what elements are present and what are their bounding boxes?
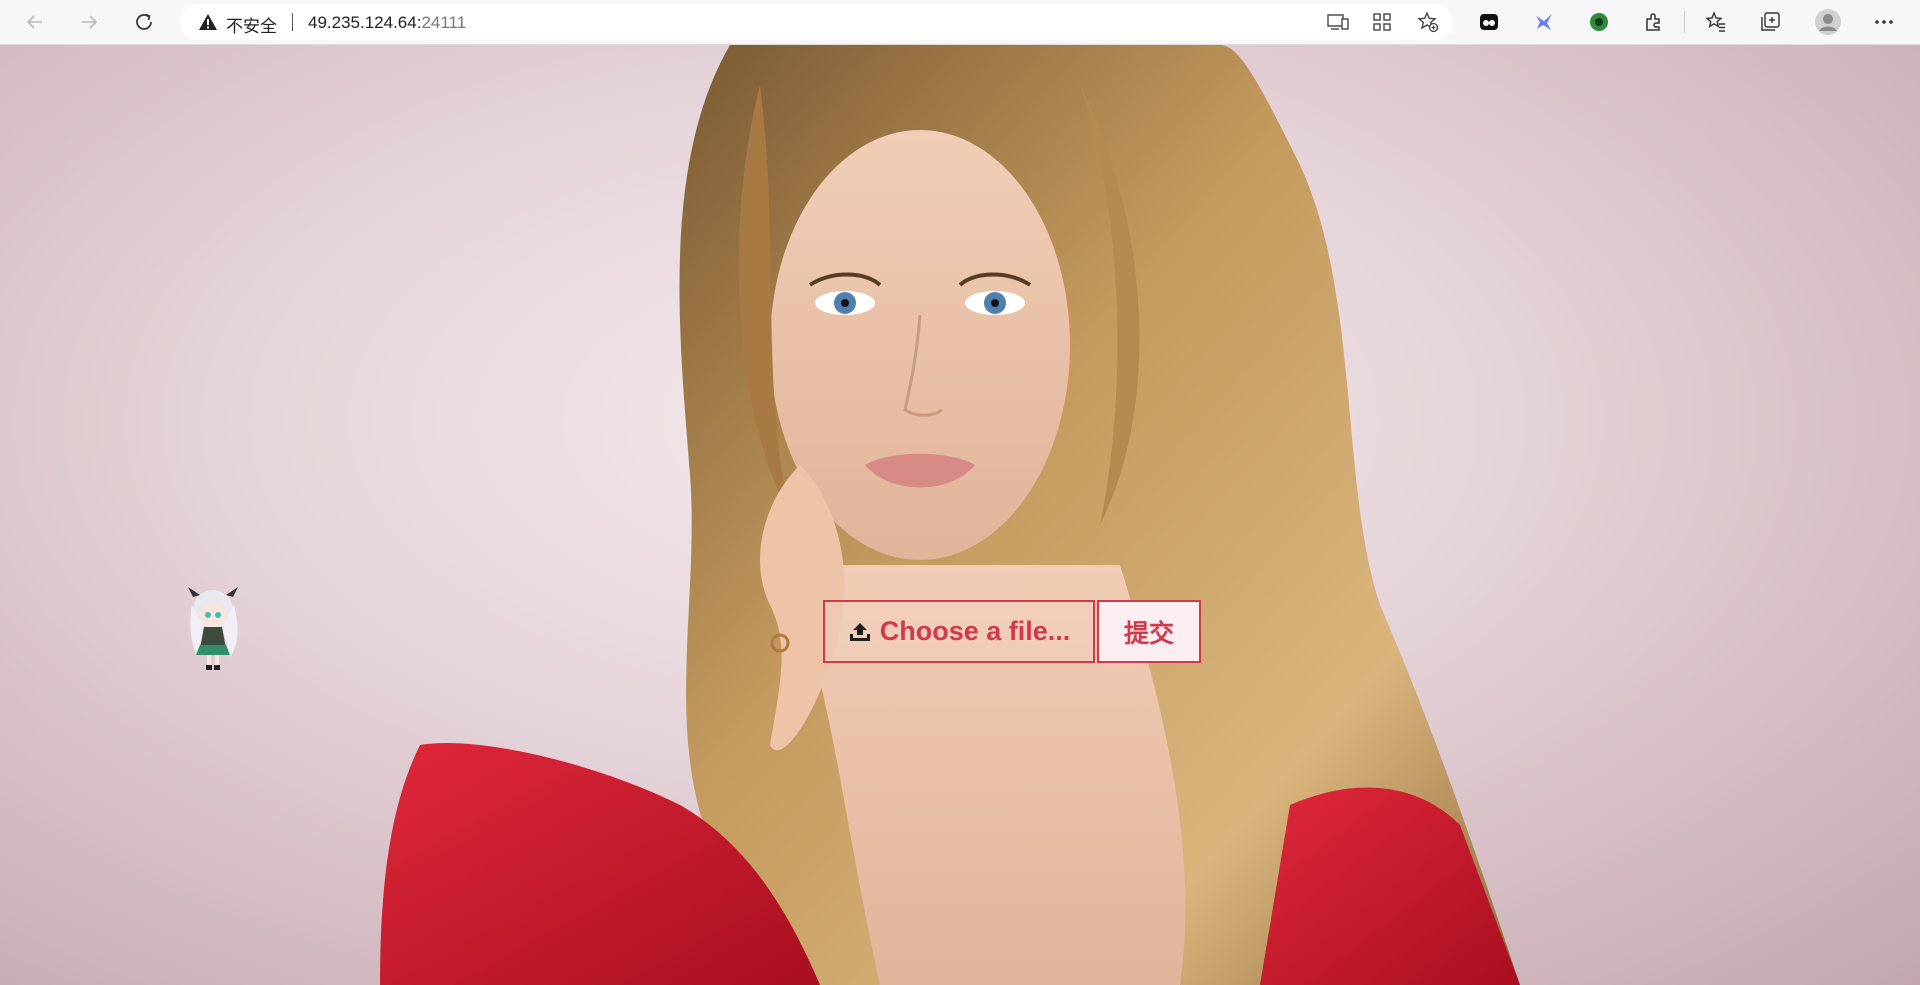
upload-form: Choose a file... 提交 bbox=[823, 600, 1201, 663]
more-button[interactable] bbox=[1869, 7, 1899, 37]
choose-file-label: Choose a file... bbox=[879, 616, 1071, 646]
collections-button[interactable] bbox=[1755, 7, 1785, 37]
url-text[interactable]: 49.235.124.64:24111 bbox=[308, 13, 466, 33]
read-aloud-button[interactable] bbox=[1326, 10, 1350, 34]
back-icon bbox=[26, 15, 42, 29]
profile-button[interactable] bbox=[1813, 7, 1843, 37]
back-button[interactable] bbox=[19, 6, 51, 38]
add-favorite-button[interactable] bbox=[1416, 10, 1440, 34]
toolbar-separator bbox=[1684, 11, 1685, 33]
refresh-button[interactable] bbox=[128, 6, 160, 38]
extension-2-icon bbox=[1536, 14, 1552, 30]
app-grid-button[interactable] bbox=[1370, 10, 1394, 34]
page-content: Choose a file... 提交 bbox=[0, 45, 1920, 985]
extension-1-button[interactable] bbox=[1474, 7, 1504, 37]
app-grid-icon bbox=[1373, 13, 1391, 31]
profile-icon bbox=[1815, 9, 1841, 35]
url-port: 24111 bbox=[421, 13, 467, 32]
address-bar[interactable]: 不安全 49.235.124.64:24111 bbox=[180, 4, 1453, 40]
collections-icon bbox=[1761, 12, 1780, 31]
choose-file-button[interactable]: Choose a file... bbox=[823, 600, 1095, 663]
favorites-icon bbox=[1705, 11, 1725, 32]
more-icon bbox=[1875, 20, 1893, 24]
extension-2-button[interactable] bbox=[1529, 7, 1559, 37]
read-aloud-icon bbox=[1327, 14, 1349, 30]
upload-icon bbox=[849, 622, 870, 641]
security-status-label[interactable]: 不安全 bbox=[226, 12, 277, 37]
forward-button[interactable] bbox=[73, 6, 105, 38]
extension-3-icon bbox=[1590, 13, 1608, 31]
warning-icon[interactable] bbox=[198, 13, 218, 31]
extension-1-icon bbox=[1480, 14, 1498, 30]
url-divider bbox=[292, 13, 293, 31]
forward-icon bbox=[82, 15, 98, 29]
add-favorite-icon bbox=[1417, 11, 1439, 33]
url-host: 49.235.124.64: bbox=[308, 13, 422, 32]
extensions-button[interactable] bbox=[1639, 7, 1669, 37]
favorites-button[interactable] bbox=[1701, 7, 1731, 37]
browser-toolbar: 不安全 49.235.124.64:24111 bbox=[0, 0, 1920, 45]
extensions-icon bbox=[1646, 13, 1660, 31]
submit-button[interactable]: 提交 bbox=[1097, 600, 1201, 663]
mascot-character-image[interactable] bbox=[178, 587, 248, 672]
refresh-icon bbox=[136, 13, 152, 30]
background-portrait-image bbox=[380, 45, 1520, 985]
extension-3-button[interactable] bbox=[1584, 7, 1614, 37]
